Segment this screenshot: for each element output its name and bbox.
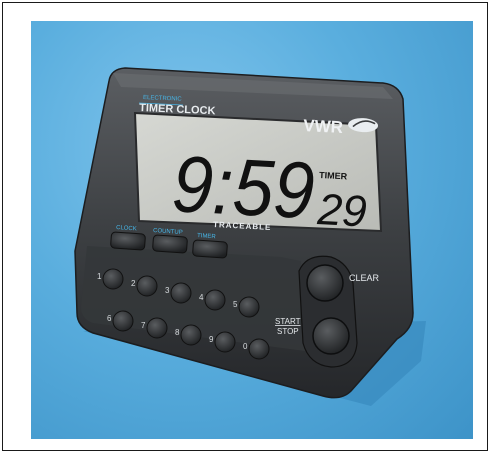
key-label-6: 6 xyxy=(107,314,112,323)
key-label-4: 4 xyxy=(199,293,204,302)
image-frame: ELECTRONIC TIMER CLOCK VWR 9:59 TIMER 29… xyxy=(2,2,488,451)
stop-label: STOP xyxy=(277,327,299,336)
brand-logo-text: VWR xyxy=(303,116,344,137)
key-label-5: 5 xyxy=(233,300,238,309)
key-5[interactable] xyxy=(238,296,260,318)
clear-label: CLEAR xyxy=(349,273,380,283)
key-7[interactable] xyxy=(146,317,168,339)
key-6[interactable] xyxy=(112,310,134,332)
key-4[interactable] xyxy=(204,289,226,311)
mode-button-timer[interactable] xyxy=(192,239,228,259)
start-label: START xyxy=(275,317,301,326)
key-3[interactable] xyxy=(170,282,192,304)
timer-clock-illustration: ELECTRONIC TIMER CLOCK VWR 9:59 TIMER 29… xyxy=(74,67,426,406)
key-label-8: 8 xyxy=(175,328,180,337)
key-label-9: 9 xyxy=(209,335,214,344)
product-photo: ELECTRONIC TIMER CLOCK VWR 9:59 TIMER 29… xyxy=(31,21,473,439)
key-2[interactable] xyxy=(136,275,158,297)
lcd-mode-label: TIMER xyxy=(319,170,348,181)
mode-button-clock[interactable] xyxy=(110,231,146,251)
key-8[interactable] xyxy=(180,324,202,346)
key-label-0: 0 xyxy=(243,342,248,351)
key-label-7: 7 xyxy=(141,321,146,330)
key-label-3: 3 xyxy=(165,286,170,295)
clear-button[interactable] xyxy=(306,264,344,302)
key-label-2: 2 xyxy=(131,279,136,288)
key-label-1: 1 xyxy=(97,272,102,281)
key-1[interactable] xyxy=(102,268,124,290)
start-stop-button[interactable] xyxy=(312,317,350,355)
lcd-seconds-digits: 29 xyxy=(315,185,367,237)
mode-button-countup[interactable] xyxy=(152,234,188,254)
key-0[interactable] xyxy=(248,338,270,360)
key-9[interactable] xyxy=(214,331,236,353)
